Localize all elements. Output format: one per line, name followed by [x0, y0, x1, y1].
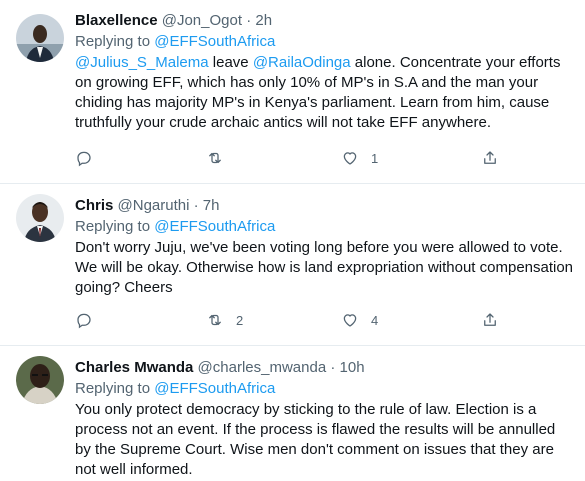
- display-name[interactable]: Charles Mwanda: [75, 359, 193, 376]
- mention-link[interactable]: @RailaOdinga: [253, 54, 351, 71]
- tweet-time[interactable]: 7h: [203, 197, 220, 214]
- replying-to: Replying to @EFFSouthAfrica: [75, 32, 575, 52]
- avatar[interactable]: [16, 356, 64, 404]
- share-button[interactable]: [481, 149, 499, 167]
- replying-to-link[interactable]: @EFFSouthAfrica: [154, 218, 275, 235]
- replying-to-label: Replying to: [75, 33, 155, 50]
- user-handle[interactable]: @Ngaruthi: [118, 197, 190, 214]
- replying-to-label: Replying to: [75, 218, 155, 235]
- tweet-text-part: leave: [208, 54, 253, 71]
- separator-dot: ·: [193, 197, 199, 214]
- replies-feed: Blaxellence @Jon_Ogot · 2h Replying to @…: [0, 0, 585, 481]
- tweet-text: You only protect democracy by sticking t…: [75, 401, 556, 478]
- share-icon: [484, 151, 496, 164]
- separator-dot: ·: [330, 359, 336, 376]
- display-name[interactable]: Chris: [75, 197, 113, 214]
- like-count: 4: [371, 312, 379, 328]
- separator-dot: ·: [246, 12, 252, 29]
- display-name[interactable]: Blaxellence: [75, 12, 158, 29]
- mention-link[interactable]: @Julius_S_Malema: [75, 54, 209, 71]
- replying-to: Replying to @EFFSouthAfrica: [75, 379, 575, 399]
- replying-to-label: Replying to: [75, 380, 155, 397]
- share-icon: [484, 313, 496, 326]
- tweet-actions: 1: [75, 149, 505, 169]
- like-count: 1: [371, 150, 379, 166]
- user-handle[interactable]: @charles_mwanda: [198, 359, 327, 376]
- tweet-text: Don't worry Juju, we've been voting long…: [75, 239, 574, 296]
- tweet-time[interactable]: 10h: [340, 359, 365, 376]
- tweet-text: @Julius_S_Malema leave @RailaOdinga alon…: [75, 53, 575, 133]
- retweet-icon: [209, 152, 221, 164]
- tweet[interactable]: Chris @Ngaruthi · 7h Replying to @EFFSou…: [0, 184, 585, 346]
- like-button[interactable]: 4: [341, 311, 378, 329]
- share-button[interactable]: [481, 311, 499, 329]
- reply-icon: [77, 313, 91, 329]
- tweet-time[interactable]: 2h: [255, 12, 272, 29]
- retweet-count: 2: [236, 312, 244, 328]
- retweet-icon: [209, 314, 221, 326]
- heart-icon: [343, 314, 357, 327]
- replying-to-link[interactable]: @EFFSouthAfrica: [154, 380, 275, 397]
- avatar[interactable]: [16, 194, 64, 242]
- avatar[interactable]: [16, 14, 64, 62]
- retweet-button[interactable]: 2: [206, 311, 243, 329]
- tweet-actions: 2 4: [75, 311, 505, 331]
- retweet-button[interactable]: [206, 149, 236, 167]
- reply-button[interactable]: [75, 311, 93, 329]
- reply-button[interactable]: [75, 149, 93, 167]
- reply-icon: [77, 151, 91, 167]
- user-handle[interactable]: @Jon_Ogot: [162, 12, 242, 29]
- replying-to-link[interactable]: @EFFSouthAfrica: [154, 33, 275, 50]
- heart-icon: [343, 152, 357, 165]
- replying-to: Replying to @EFFSouthAfrica: [75, 217, 575, 237]
- like-button[interactable]: 1: [341, 149, 378, 167]
- tweet[interactable]: Charles Mwanda @charles_mwanda · 10h Rep…: [0, 346, 585, 481]
- tweet[interactable]: Blaxellence @Jon_Ogot · 2h Replying to @…: [0, 0, 585, 184]
